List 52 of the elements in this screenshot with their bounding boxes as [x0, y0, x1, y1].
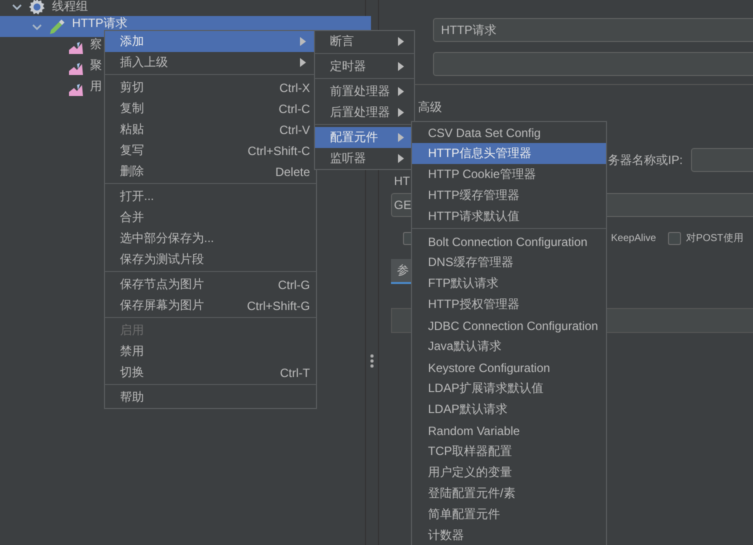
menu-item-label: 合并 — [120, 209, 144, 226]
shortcut-label: Ctrl-G — [278, 278, 310, 292]
menu-item-label: HTTP请求默认值 — [428, 208, 520, 225]
menu-item-label: 切换 — [120, 364, 144, 381]
menu-item-label: 定时器 — [330, 58, 366, 75]
menu-item-label: 帮助 — [120, 389, 144, 406]
menu-item-label: 复写 — [120, 142, 144, 159]
menu-item-label: 复制 — [120, 100, 144, 117]
menu-item-label: 简单配置元件 — [428, 506, 500, 523]
checkbox-label: 对POST使用 — [686, 232, 744, 245]
menu-item-label: 保存为测试片段 — [120, 251, 204, 268]
menu-item-label: 选中部分保存为... — [120, 230, 214, 247]
group-label: HT — [394, 174, 410, 188]
menu-item-label: DNS缓存管理器 — [428, 254, 514, 271]
menu-item-label: JDBC Connection Configuration — [428, 318, 598, 332]
menu-item-label: HTTP缓存管理器 — [428, 187, 520, 204]
menu-item-label: 登陆配置元件/素 — [428, 485, 516, 502]
menu-item-label: 前置处理器 — [330, 83, 390, 100]
menu-item-label: FTP默认请求 — [428, 275, 499, 292]
menu-item-label: 监听器 — [330, 150, 366, 167]
menu-item-label: HTTP授权管理器 — [428, 296, 520, 313]
menu-item-label: 禁用 — [120, 343, 144, 360]
menu-item-label: Keystore Configuration — [428, 360, 550, 374]
menu-item-label: HTTP Cookie管理器 — [428, 166, 536, 183]
shortcut-label: Ctrl+Shift-G — [246, 298, 310, 312]
shortcut-label: Ctrl-X — [279, 80, 310, 94]
shortcut-label: Ctrl+Shift-C — [248, 144, 310, 158]
field-label: 务器名称或IP: — [608, 152, 683, 168]
menu-item-label: Random Variable — [428, 424, 520, 438]
menu-item-label: 打开... — [120, 188, 154, 205]
shortcut-label: Ctrl-C — [278, 102, 310, 116]
menu-item-label: 保存节点为图片 — [120, 276, 204, 293]
menu-item-label: CSV Data Set Config — [428, 126, 541, 140]
menu-item-label: Bolt Connection Configuration — [428, 234, 588, 248]
checkbox-label: KeepAlive — [611, 232, 656, 244]
menu-item-label: LDAP扩展请求默认值 — [428, 380, 544, 397]
menu-item-label: 计数器 — [428, 527, 464, 544]
menu-item-label: 剪切 — [120, 79, 144, 96]
menu-item-label: 粘贴 — [120, 121, 144, 138]
menu-item-label: 保存屏幕为图片 — [120, 297, 204, 314]
menu-item-label: TCP取样器配置 — [428, 443, 512, 460]
menu-item-label: LDAP默认请求 — [428, 401, 508, 418]
menu-item-label: HTTP信息头管理器 — [428, 145, 532, 162]
menu-item-label: 后置处理器 — [330, 104, 390, 121]
menu-item-label: 删除 — [120, 163, 144, 180]
menu-item-label: 插入上级 — [120, 54, 168, 71]
shortcut-label: Ctrl-T — [280, 366, 310, 380]
menu-item-label: 配置元件 — [330, 129, 378, 146]
menu-item-label: 用户定义的变量 — [428, 464, 512, 481]
shortcut-label: Ctrl-V — [279, 122, 310, 136]
shortcut-label: Delete — [275, 164, 310, 178]
menu-item-label: Java默认请求 — [428, 338, 502, 355]
